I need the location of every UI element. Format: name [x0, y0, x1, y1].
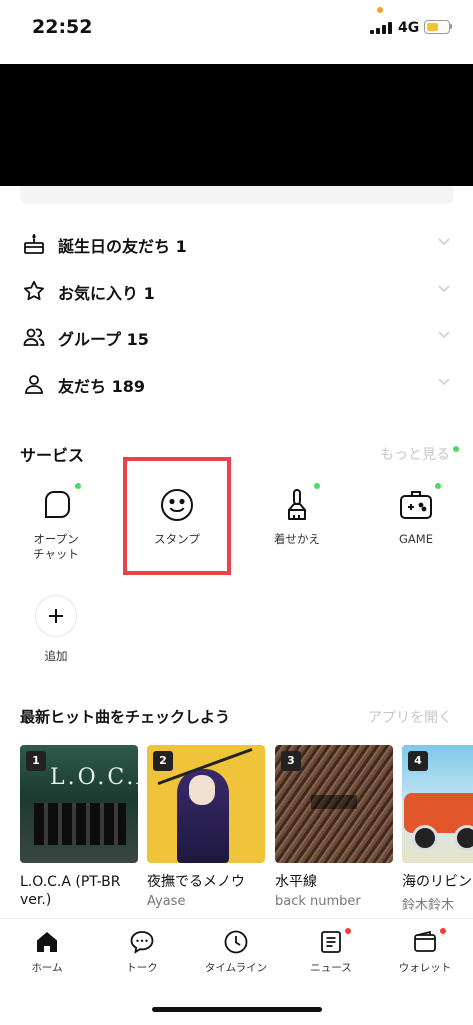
tab-news[interactable]: ニュース	[286, 929, 376, 975]
song-title: L.O.C.A (PT-BR ver.)	[20, 874, 121, 908]
highlight-box	[123, 457, 231, 575]
artist-name: Ayase	[147, 894, 186, 909]
song-title: 水平線	[275, 874, 317, 890]
news-badge	[345, 928, 351, 934]
game-controller-icon	[400, 491, 432, 519]
artist-name: 鈴木鈴木	[402, 898, 455, 913]
services-title: サービス	[20, 446, 85, 465]
friends-row-label: お気に入り 1	[58, 284, 155, 303]
star-icon	[24, 280, 44, 301]
chevron-down-icon	[438, 238, 450, 246]
plus-icon	[49, 609, 63, 623]
song-title: 海のリビン	[402, 874, 472, 890]
tab-wallet[interactable]: ウォレット	[380, 929, 470, 975]
person-icon	[25, 375, 43, 394]
new-badge	[453, 446, 459, 452]
status-time: 22:52	[32, 16, 93, 38]
battery-tip	[450, 24, 452, 29]
music-section-title: 最新ヒット曲をチェックしよう	[20, 708, 231, 726]
tab-label: ウォレット	[398, 962, 452, 974]
tab-timeline[interactable]: タイムライン	[191, 929, 281, 975]
news-icon	[321, 931, 341, 953]
chat-bubble-icon	[130, 931, 154, 954]
search-bar[interactable]	[20, 186, 453, 204]
friends-row-label: 友だち 189	[58, 377, 145, 396]
friends-row-friends[interactable]: 友だち 189	[0, 361, 473, 407]
tab-label: ニュース	[310, 962, 352, 974]
battery-icon	[424, 20, 450, 34]
rank-badge: 1	[26, 751, 46, 771]
add-service-button[interactable]	[36, 596, 76, 636]
clock-icon	[224, 930, 248, 954]
signal-icon	[370, 22, 394, 34]
service-label: 着せかえ	[274, 532, 320, 546]
album-card[interactable]: 2 夜撫でるメノウ Ayase	[147, 745, 265, 909]
rank-badge: 2	[153, 751, 173, 771]
add-service-label: 追加	[44, 649, 68, 663]
new-badge	[75, 483, 81, 489]
rank-badge: 3	[281, 751, 301, 771]
home-icon	[37, 932, 57, 952]
privacy-indicator	[377, 7, 383, 13]
album-art-text: L.O.C.A	[50, 765, 138, 790]
chevron-down-icon	[438, 378, 450, 386]
service-label: オープン チャット	[33, 532, 79, 561]
open-app-link[interactable]: アプリを開く	[368, 707, 452, 727]
redacted-profile-area	[0, 64, 473, 186]
artist-name: back number	[275, 894, 361, 909]
new-badge	[435, 483, 441, 489]
tab-label: トーク	[126, 962, 158, 974]
tab-label: タイムライン	[204, 962, 268, 974]
tab-label: ホーム	[31, 962, 63, 974]
friends-row-groups[interactable]: グループ 15	[0, 314, 473, 360]
wallet-icon	[414, 930, 436, 952]
chevron-down-icon	[438, 285, 450, 293]
album-card[interactable]: 3 水平線 back number	[275, 745, 393, 909]
friends-row-favorites[interactable]: お気に入り 1	[0, 268, 473, 314]
network-label: 4G	[398, 20, 420, 36]
rank-badge: 4	[408, 751, 428, 771]
group-icon	[23, 328, 45, 346]
album-card[interactable]: L.O.C.A 1 L.O.C.A (PT-BRver.)	[20, 745, 138, 909]
open-chat-icon	[45, 491, 70, 518]
friends-row-label: グループ 15	[58, 330, 149, 349]
album-card[interactable]: 4 海のリビン 鈴木鈴木	[402, 745, 473, 913]
service-themes[interactable]: 着せかえ	[252, 486, 342, 547]
chevron-down-icon	[438, 331, 450, 339]
wallet-badge	[440, 928, 446, 934]
new-badge	[314, 483, 320, 489]
service-open-chat[interactable]: オープン チャット	[11, 486, 101, 562]
friends-row-label: 誕生日の友だち 1	[58, 237, 187, 256]
friends-row-birthday[interactable]: 誕生日の友だち 1	[0, 221, 473, 267]
service-label: GAME	[399, 532, 433, 546]
song-title: 夜撫でるメノウ	[147, 874, 245, 890]
home-indicator	[152, 1007, 322, 1012]
cake-icon	[24, 233, 44, 254]
brush-icon	[288, 489, 306, 520]
service-game[interactable]: GAME	[371, 486, 461, 547]
tab-chat[interactable]: トーク	[97, 929, 187, 975]
tab-home[interactable]: ホーム	[2, 929, 92, 975]
services-more-link[interactable]: もっと見る	[380, 444, 450, 464]
